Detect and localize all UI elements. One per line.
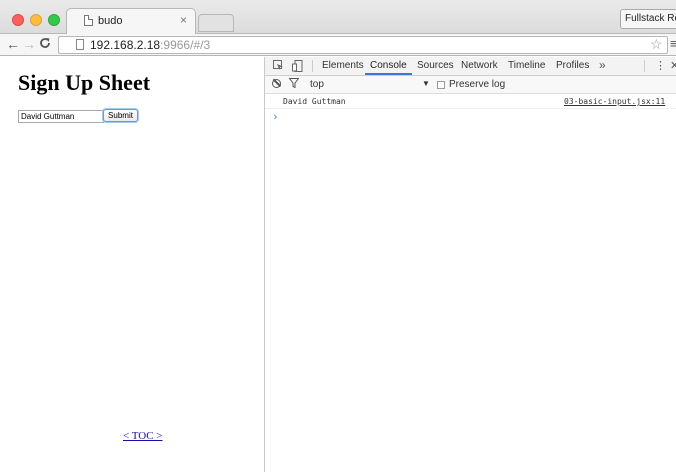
close-window-button[interactable] — [12, 14, 24, 26]
devtools-close-icon[interactable]: ✕ — [670, 59, 676, 72]
bookmark-star-icon[interactable]: ☆ — [650, 36, 663, 53]
extension-button[interactable]: Fullstack React — [620, 9, 676, 29]
devtools-panel: Elements Console Sources Network Timelin… — [264, 57, 676, 472]
maximize-window-button[interactable] — [48, 14, 60, 26]
toc-link[interactable]: < TOC > — [123, 430, 163, 442]
url-path: :9966/#/3 — [160, 38, 211, 52]
console-message: David Guttman — [283, 97, 346, 106]
tab-profiles[interactable]: Profiles — [556, 60, 589, 71]
preserve-log-label: Preserve log — [449, 79, 506, 90]
page-icon — [84, 15, 93, 26]
tab-elements[interactable]: Elements — [322, 60, 364, 71]
name-input[interactable] — [18, 110, 104, 123]
browser-menu-icon[interactable]: ≡ — [670, 36, 676, 51]
inspect-icon-glyph — [273, 60, 283, 70]
toolbar-divider — [644, 60, 645, 72]
more-tabs-icon[interactable]: » — [599, 58, 606, 72]
chevron-down-icon[interactable]: ▼ — [422, 79, 430, 88]
reload-icon[interactable] — [39, 37, 51, 53]
page-content: Sign Up Sheet Submit < TOC > — [0, 57, 264, 472]
submit-button[interactable]: Submit — [103, 109, 138, 122]
url-text[interactable]: 192.168.2.18:9966/#/3 — [90, 38, 210, 52]
filter-icon-glyph — [288, 78, 300, 89]
filter-icon[interactable] — [288, 78, 300, 91]
console-source-link[interactable]: 03-basic-input.jsx:11 — [564, 97, 676, 106]
active-tab-indicator — [365, 73, 412, 75]
device-icon-glyph — [292, 60, 303, 72]
page-info-icon[interactable] — [76, 39, 84, 50]
tab-network[interactable]: Network — [461, 60, 498, 71]
back-arrow-icon[interactable]: ← — [6, 36, 20, 52]
tab-sources[interactable]: Sources — [417, 60, 454, 71]
inspect-element-icon[interactable] — [273, 60, 284, 74]
reload-icon-glyph — [40, 38, 50, 48]
preserve-log-checkbox[interactable] — [437, 81, 445, 89]
toolbar-divider — [312, 60, 313, 72]
context-selector[interactable]: top — [310, 79, 324, 90]
tab-timeline[interactable]: Timeline — [508, 60, 545, 71]
forward-arrow-icon[interactable]: → — [22, 36, 36, 52]
device-mode-icon[interactable] — [292, 60, 303, 75]
devtools-tab-bar: Elements Console Sources Network Timelin… — [265, 57, 676, 76]
minimize-window-button[interactable] — [30, 14, 42, 26]
console-prompt-icon[interactable]: › — [272, 110, 279, 123]
tab-title: budo — [98, 15, 123, 27]
tab-console[interactable]: Console — [370, 60, 407, 71]
devtools-menu-icon[interactable]: ⋮ — [655, 59, 666, 72]
page-title: Sign Up Sheet — [18, 70, 151, 95]
clear-console-icon[interactable] — [272, 79, 281, 88]
url-host: 192.168.2.18 — [90, 38, 161, 52]
tab-close-icon[interactable]: × — [180, 13, 187, 27]
new-tab-button[interactable] — [198, 14, 234, 32]
